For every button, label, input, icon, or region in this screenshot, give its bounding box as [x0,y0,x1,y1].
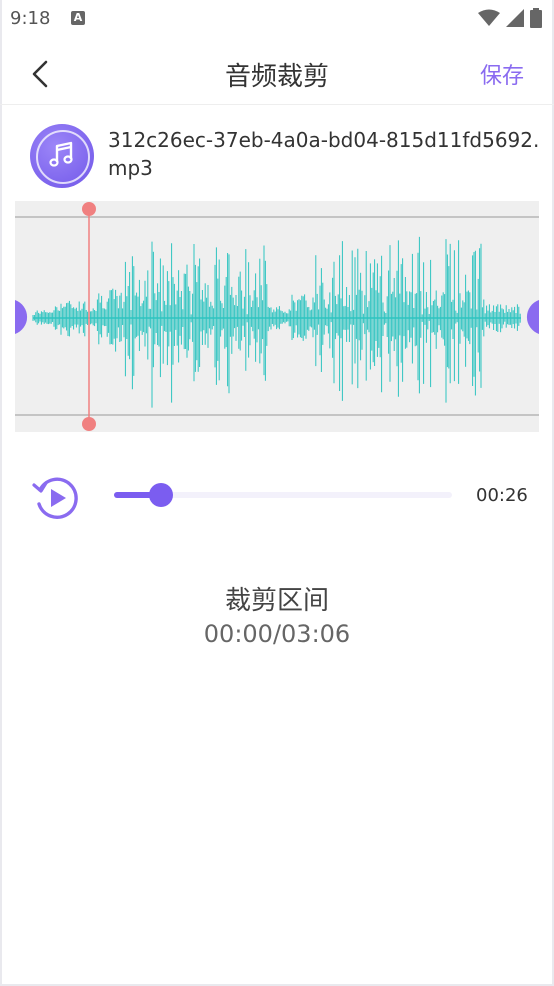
app-header: 音频裁剪 保存 [0,44,554,105]
wifi-icon [478,9,500,26]
playhead-top-handle[interactable] [82,202,96,216]
battery-icon [530,8,542,28]
music-note-icon [30,124,94,188]
status-time: 9:18 [10,8,51,29]
file-info: 312c26ec-37eb-4a0a-bd04-815d11fd5692.mp3 [30,124,540,188]
status-bar: 9:18 A [0,0,554,38]
save-button[interactable]: 保存 [480,58,524,90]
trim-start-handle[interactable] [15,300,28,334]
replay-play-icon [32,477,78,519]
page-title: 音频裁剪 [224,62,329,92]
signal-icon [506,9,524,27]
waveform[interactable] [15,201,539,432]
notification-icon: A [71,11,85,25]
trim-range-value: 00:00/03:06 [203,620,351,648]
waveform-bars [32,236,521,408]
waveform-panel[interactable] [15,201,539,432]
trim-range-label: 裁剪区间 [224,586,329,616]
trim-end-handle[interactable] [526,300,539,334]
current-time: 00:26 [476,485,528,506]
status-icons [478,8,542,28]
playhead-bottom-handle[interactable] [82,417,96,431]
file-name: 312c26ec-37eb-4a0a-bd04-815d11fd5692.mp3 [108,128,540,180]
playback-progress-slider[interactable] [114,483,452,507]
progress-thumb[interactable] [149,483,174,507]
replay-play-button[interactable] [30,472,82,524]
